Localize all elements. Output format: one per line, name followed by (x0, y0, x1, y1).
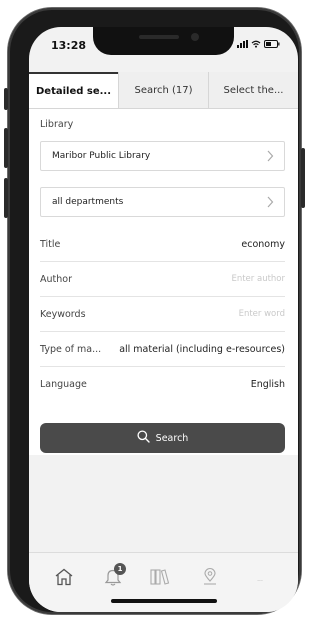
power-button (301, 148, 305, 208)
status-time: 13:28 (51, 39, 87, 52)
phone-frame: 13:28 Detailed se... Search (17) Select … (4, 8, 305, 614)
keywords-label: Keywords (40, 308, 86, 320)
screen: 13:28 Detailed se... Search (17) Select … (29, 27, 298, 612)
title-label: Title (40, 238, 61, 250)
location-pin-icon (201, 567, 219, 591)
tab-bar: Detailed se... Search (17) Select the... (29, 72, 298, 109)
material-type-field[interactable]: Type of ma... all material (including e-… (40, 332, 285, 367)
keywords-input[interactable]: Enter word (239, 309, 285, 319)
keywords-field[interactable]: Keywords Enter word (40, 297, 285, 332)
search-icon (137, 430, 150, 446)
author-label: Author (40, 273, 72, 285)
library-heading: Library (40, 119, 74, 130)
notch (93, 27, 234, 55)
volume-up-button (4, 128, 8, 168)
bottom-nav: 1 ... (29, 552, 298, 612)
signal-icon (237, 40, 248, 48)
battery-icon (264, 40, 280, 48)
author-input[interactable]: Enter author (231, 274, 285, 284)
library-select-value: Maribor Public Library (52, 151, 151, 161)
nav-library[interactable] (145, 567, 175, 591)
nav-more[interactable]: ... (245, 567, 275, 591)
volume-down-button (4, 178, 8, 218)
title-value[interactable]: economy (241, 239, 285, 250)
nav-home[interactable] (49, 567, 79, 591)
home-indicator (111, 599, 217, 603)
books-icon (149, 568, 171, 590)
wifi-icon (251, 40, 261, 48)
notification-badge: 1 (114, 563, 126, 575)
nav-notifications[interactable]: 1 (98, 563, 128, 591)
department-select[interactable]: all departments (40, 187, 285, 217)
library-select[interactable]: Maribor Public Library (40, 141, 285, 171)
tab-detailed-search[interactable]: Detailed se... (29, 72, 118, 108)
chevron-right-icon (266, 150, 274, 165)
title-field[interactable]: Title economy (40, 227, 285, 262)
search-button-label: Search (155, 432, 189, 444)
nav-locations[interactable] (195, 567, 225, 591)
status-icons (237, 40, 280, 48)
language-label: Language (40, 379, 87, 390)
more-icon: ... (257, 575, 263, 583)
material-type-value[interactable]: all material (including e-resources) (119, 344, 285, 355)
author-field[interactable]: Author Enter author (40, 262, 285, 297)
mute-switch (4, 88, 8, 110)
tab-search-results[interactable]: Search (17) (118, 72, 208, 108)
tab-select[interactable]: Select the... (208, 72, 298, 108)
department-select-value: all departments (52, 197, 124, 207)
home-icon (54, 568, 74, 590)
language-value[interactable]: English (251, 379, 285, 390)
language-field[interactable]: Language English (40, 367, 285, 402)
material-type-label: Type of ma... (40, 343, 102, 355)
search-form: Library Maribor Public Library all depar… (29, 109, 298, 455)
search-button[interactable]: Search (40, 423, 285, 453)
chevron-right-icon (266, 196, 274, 211)
